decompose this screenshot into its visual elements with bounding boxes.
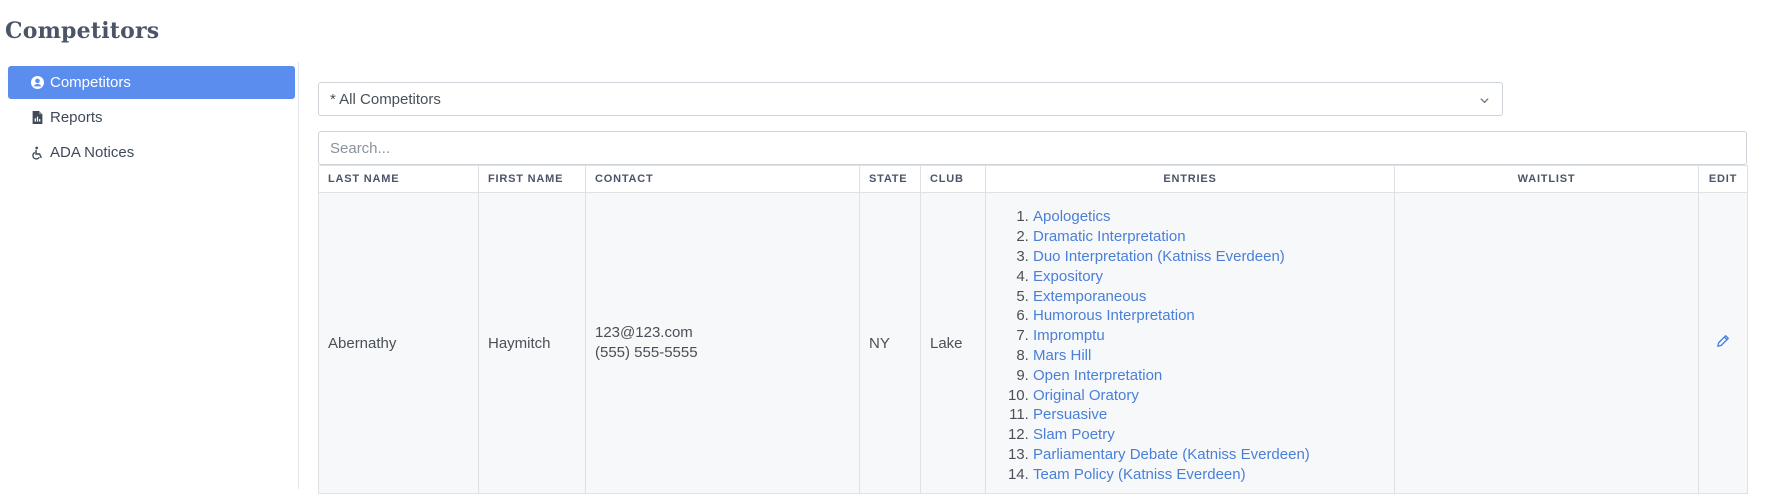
list-item: Persuasive — [1033, 405, 1385, 425]
wheelchair-icon — [30, 146, 44, 160]
cell-edit — [1698, 192, 1748, 494]
sidebar-item-competitors[interactable]: Competitors — [8, 66, 295, 99]
chevron-down-icon — [1479, 93, 1490, 110]
sidebar-item-label: Reports — [50, 109, 103, 126]
pencil-icon[interactable] — [1716, 334, 1730, 352]
cell-contact: 123@123.com (555) 555-5555 — [585, 192, 860, 494]
entry-link[interactable]: Extemporaneous — [1033, 288, 1146, 305]
sidebar-item-ada-notices[interactable]: ADA Notices — [8, 136, 295, 169]
entry-link[interactable]: Humorous Interpretation — [1033, 307, 1195, 324]
table-header-row: LAST NAME FIRST NAME CONTACT STATE CLUB … — [318, 165, 1748, 193]
column-header-contact[interactable]: CONTACT — [585, 165, 860, 193]
list-item: Dramatic Interpretation — [1033, 227, 1385, 247]
list-item: Apologetics — [1033, 207, 1385, 227]
list-item: Mars Hill — [1033, 346, 1385, 366]
list-item: Original Oratory — [1033, 386, 1385, 406]
entry-link[interactable]: Mars Hill — [1033, 347, 1091, 364]
list-item: Team Policy (Katniss Everdeen) — [1033, 465, 1385, 485]
entry-link[interactable]: Dramatic Interpretation — [1033, 228, 1186, 245]
page-title: Competitors — [5, 18, 160, 44]
entry-link[interactable]: Persuasive — [1033, 406, 1107, 423]
cell-last-name: Abernathy — [318, 192, 479, 494]
list-item: Expository — [1033, 267, 1385, 287]
user-circle-icon — [30, 76, 44, 90]
entry-link[interactable]: Parliamentary Debate (Katniss Everdeen) — [1033, 446, 1310, 463]
sidebar-item-reports[interactable]: Reports — [8, 101, 295, 134]
search-input[interactable] — [318, 131, 1747, 165]
column-header-first-name[interactable]: FIRST NAME — [478, 165, 586, 193]
entry-link[interactable]: Slam Poetry — [1033, 426, 1115, 443]
list-item: Extemporaneous — [1033, 287, 1385, 307]
file-report-icon — [30, 111, 44, 125]
list-item: Humorous Interpretation — [1033, 306, 1385, 326]
entry-link[interactable]: Duo Interpretation (Katniss Everdeen) — [1033, 248, 1285, 265]
list-item: Impromptu — [1033, 326, 1385, 346]
column-header-last-name[interactable]: LAST NAME — [318, 165, 479, 193]
cell-club: Lake — [920, 192, 986, 494]
list-item: Duo Interpretation (Katniss Everdeen) — [1033, 247, 1385, 267]
contact-email: 123@123.com — [595, 324, 693, 341]
entry-link[interactable]: Expository — [1033, 268, 1103, 285]
column-header-club[interactable]: CLUB — [920, 165, 986, 193]
cell-waitlist — [1394, 192, 1699, 494]
entries-list: Apologetics Dramatic Interpretation Duo … — [995, 207, 1385, 484]
table-row: Abernathy Haymitch 123@123.com (555) 555… — [318, 192, 1748, 494]
entry-link[interactable]: Impromptu — [1033, 327, 1105, 344]
list-item: Open Interpretation — [1033, 366, 1385, 386]
competitors-table: LAST NAME FIRST NAME CONTACT STATE CLUB … — [318, 165, 1748, 494]
contact-phone: (555) 555-5555 — [595, 344, 698, 361]
sidebar-item-label: ADA Notices — [50, 144, 135, 161]
list-item: Parliamentary Debate (Katniss Everdeen) — [1033, 445, 1385, 465]
filter-selected-value: * All Competitors — [330, 90, 441, 108]
cell-state: NY — [859, 192, 921, 494]
entry-link[interactable]: Apologetics — [1033, 208, 1111, 225]
cell-first-name: Haymitch — [478, 192, 586, 494]
entry-link[interactable]: Team Policy (Katniss Everdeen) — [1033, 466, 1246, 483]
list-item: Slam Poetry — [1033, 425, 1385, 445]
entry-link[interactable]: Open Interpretation — [1033, 367, 1162, 384]
column-header-state[interactable]: STATE — [859, 165, 921, 193]
column-header-waitlist: WAITLIST — [1394, 165, 1699, 193]
entry-link[interactable]: Original Oratory — [1033, 387, 1139, 404]
column-header-edit: EDIT — [1698, 165, 1748, 193]
cell-entries: Apologetics Dramatic Interpretation Duo … — [985, 192, 1395, 494]
sidebar-item-label: Competitors — [50, 74, 131, 91]
competitor-filter-select[interactable]: * All Competitors — [318, 82, 1503, 116]
sidebar: Competitors Reports ADA Notices — [8, 66, 295, 171]
column-header-entries: ENTRIES — [985, 165, 1395, 193]
sidebar-divider — [298, 62, 299, 489]
